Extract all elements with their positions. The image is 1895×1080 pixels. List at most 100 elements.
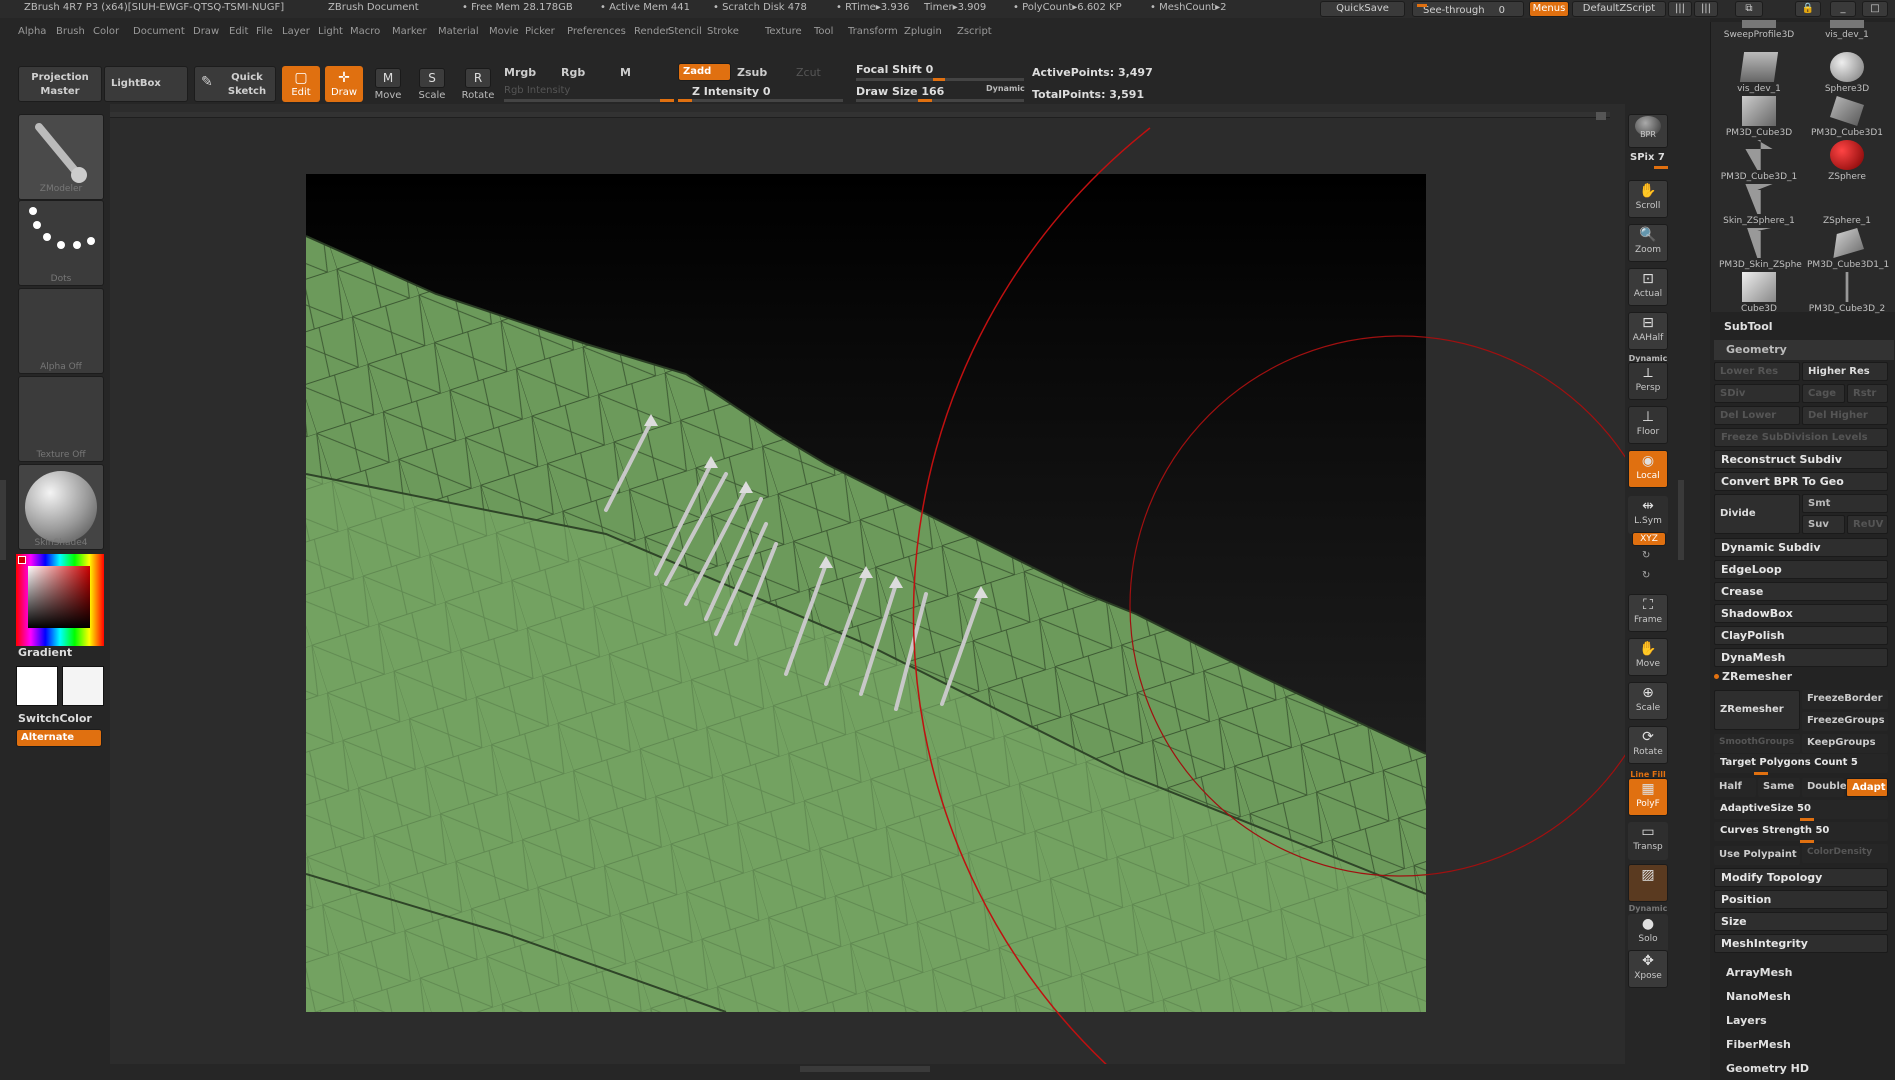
- shelf-toggle-right-icon[interactable]: |||: [1694, 1, 1718, 17]
- draw-button[interactable]: ✛ Draw: [325, 66, 363, 102]
- menu-picker[interactable]: Picker: [525, 26, 555, 37]
- focal-shift-slider[interactable]: Focal Shift 0: [856, 63, 933, 76]
- actual-button[interactable]: ⊡ Actual: [1628, 268, 1668, 306]
- zremesher-header[interactable]: ZRemesher: [1722, 670, 1792, 683]
- main-color-swatch[interactable]: [16, 666, 58, 706]
- bpr-button[interactable]: BPR: [1628, 114, 1668, 148]
- target-polygons-slider[interactable]: Target Polygons Count 5: [1714, 754, 1888, 773]
- half-button[interactable]: Half: [1714, 778, 1756, 797]
- rotate-y-icon[interactable]: ↻: [1642, 550, 1650, 561]
- subtool-header[interactable]: SubTool: [1724, 320, 1773, 333]
- freeze-subdiv-button[interactable]: Freeze SubDivision Levels: [1714, 428, 1888, 447]
- menu-material[interactable]: Material: [438, 26, 479, 37]
- menu-alpha[interactable]: Alpha: [18, 26, 46, 37]
- menu-file[interactable]: File: [256, 26, 273, 37]
- menu-stencil[interactable]: Stencil: [668, 26, 702, 37]
- shelf-toggle-icon[interactable]: |||: [1668, 1, 1692, 17]
- tool-thumbnail[interactable]: PM3D_Cube3D_1: [1719, 140, 1799, 186]
- tool-thumbnail[interactable]: Skin_ZSphere_1: [1719, 184, 1799, 230]
- switch-color-button[interactable]: SwitchColor: [18, 712, 92, 725]
- color-square[interactable]: [28, 566, 90, 628]
- menu-draw[interactable]: Draw: [193, 26, 219, 37]
- smooth-groups-slider[interactable]: SmoothGroups: [1714, 734, 1800, 753]
- lsym-button[interactable]: ⇹ L.Sym: [1628, 496, 1668, 534]
- m-button[interactable]: M: [620, 66, 631, 79]
- rstr-button[interactable]: Rstr: [1847, 384, 1888, 403]
- tool-thumbnail[interactable]: ZSphere: [1807, 140, 1887, 186]
- same-button[interactable]: Same: [1758, 778, 1800, 797]
- reuv-button[interactable]: ReUV: [1847, 515, 1888, 534]
- smt-toggle[interactable]: Smt: [1802, 494, 1888, 513]
- del-lower-button[interactable]: Del Lower: [1714, 406, 1800, 425]
- menu-movie[interactable]: Movie: [489, 26, 519, 37]
- adaptive-size-slider[interactable]: AdaptiveSize 50: [1714, 800, 1888, 819]
- menu-brush[interactable]: Brush: [56, 26, 85, 37]
- curves-strength-slider[interactable]: Curves Strength 50: [1714, 822, 1888, 841]
- rotate-button[interactable]: R Rotate: [458, 68, 498, 101]
- menu-tool[interactable]: Tool: [814, 26, 833, 37]
- xpose-button[interactable]: ✥ Xpose: [1628, 950, 1668, 988]
- rgb-intensity-slider[interactable]: Rgb Intensity: [504, 85, 570, 96]
- layers-header[interactable]: Layers: [1726, 1014, 1767, 1027]
- zsub-button[interactable]: Zsub: [737, 66, 767, 79]
- rotate-view-button[interactable]: ⟳ Rotate: [1628, 726, 1668, 764]
- menu-edit[interactable]: Edit: [229, 26, 248, 37]
- tool-thumbnail[interactable]: PM3D_Cube3D1_1: [1807, 228, 1889, 274]
- del-higher-button[interactable]: Del Higher: [1802, 406, 1888, 425]
- transp-button[interactable]: ▭ Transp: [1628, 822, 1668, 860]
- frame-button[interactable]: ⛶ Frame: [1628, 594, 1668, 632]
- cage-button[interactable]: Cage: [1802, 384, 1845, 403]
- spix-slider[interactable]: SPix 7: [1630, 152, 1665, 163]
- color-picker[interactable]: [16, 554, 104, 646]
- lightbox-button[interactable]: LightBox: [104, 66, 188, 102]
- move-button[interactable]: M Move: [368, 68, 408, 101]
- adapt-button[interactable]: Adapt: [1846, 778, 1888, 797]
- menu-texture[interactable]: Texture: [765, 26, 802, 37]
- alternate-button[interactable]: Alternate: [16, 729, 102, 747]
- double-button[interactable]: Double: [1802, 778, 1847, 797]
- divide-button[interactable]: Divide: [1714, 494, 1800, 534]
- zoom-button[interactable]: 🔍 Zoom: [1628, 224, 1668, 262]
- tool-thumbnail[interactable]: SweepProfile3D: [1719, 8, 1799, 54]
- shadowbox-section[interactable]: ShadowBox: [1714, 604, 1888, 623]
- persp-button[interactable]: ⟂ Persp: [1628, 362, 1668, 400]
- quicksave-button[interactable]: QuickSave: [1320, 1, 1405, 17]
- solo-button[interactable]: ● Solo: [1628, 914, 1668, 952]
- reconstruct-subdiv-button[interactable]: Reconstruct Subdiv: [1714, 450, 1888, 469]
- tool-thumbnail[interactable]: Sphere3D: [1807, 52, 1887, 98]
- zcut-button[interactable]: Zcut: [796, 66, 821, 79]
- nanomesh-header[interactable]: NanoMesh: [1726, 990, 1791, 1003]
- menu-light[interactable]: Light: [318, 26, 343, 37]
- dynamic-toggle[interactable]: Dynamic: [986, 84, 1025, 93]
- fibermesh-header[interactable]: FiberMesh: [1726, 1038, 1791, 1051]
- secondary-color-swatch[interactable]: [62, 666, 104, 706]
- position-section[interactable]: Position: [1714, 890, 1888, 909]
- left-panel-collapse-handle[interactable]: [0, 480, 6, 560]
- right-panel-collapse-handle[interactable]: [1678, 480, 1684, 560]
- menu-stroke[interactable]: Stroke: [707, 26, 739, 37]
- zremesher-button[interactable]: ZRemesher: [1714, 690, 1800, 730]
- suv-toggle[interactable]: Suv: [1802, 515, 1845, 534]
- mesh-integrity-section[interactable]: MeshIntegrity: [1714, 934, 1888, 953]
- zadd-button[interactable]: Zadd: [678, 63, 731, 81]
- tool-thumbnail[interactable]: vis_dev_1: [1807, 8, 1887, 54]
- scroll-button[interactable]: ✋ Scroll: [1628, 180, 1668, 218]
- aahalf-button[interactable]: ⊟ AAHalf: [1628, 312, 1668, 350]
- menu-layer[interactable]: Layer: [282, 26, 310, 37]
- geometry-hd-header[interactable]: Geometry HD: [1726, 1062, 1809, 1075]
- edgeloop-section[interactable]: EdgeLoop: [1714, 560, 1888, 579]
- local-button[interactable]: ◉ Local: [1628, 450, 1668, 488]
- projection-master-button[interactable]: Projection Master: [18, 66, 102, 102]
- menu-render[interactable]: Render: [634, 26, 670, 37]
- dynamic-subdiv-section[interactable]: Dynamic Subdiv: [1714, 538, 1888, 557]
- convert-bpr-button[interactable]: Convert BPR To Geo: [1714, 472, 1888, 491]
- size-section[interactable]: Size: [1714, 912, 1888, 931]
- menu-macro[interactable]: Macro: [350, 26, 380, 37]
- floor-button[interactable]: ⊥ Floor: [1628, 406, 1668, 444]
- menu-marker[interactable]: Marker: [392, 26, 427, 37]
- tool-thumbnail[interactable]: vis_dev_1: [1719, 52, 1799, 98]
- freeze-groups-toggle[interactable]: FreezeGroups: [1802, 712, 1888, 731]
- freeze-border-toggle[interactable]: FreezeBorder: [1802, 690, 1888, 709]
- horizontal-scrollbar[interactable]: [800, 1066, 930, 1072]
- edit-button[interactable]: ▢ Edit: [282, 66, 320, 102]
